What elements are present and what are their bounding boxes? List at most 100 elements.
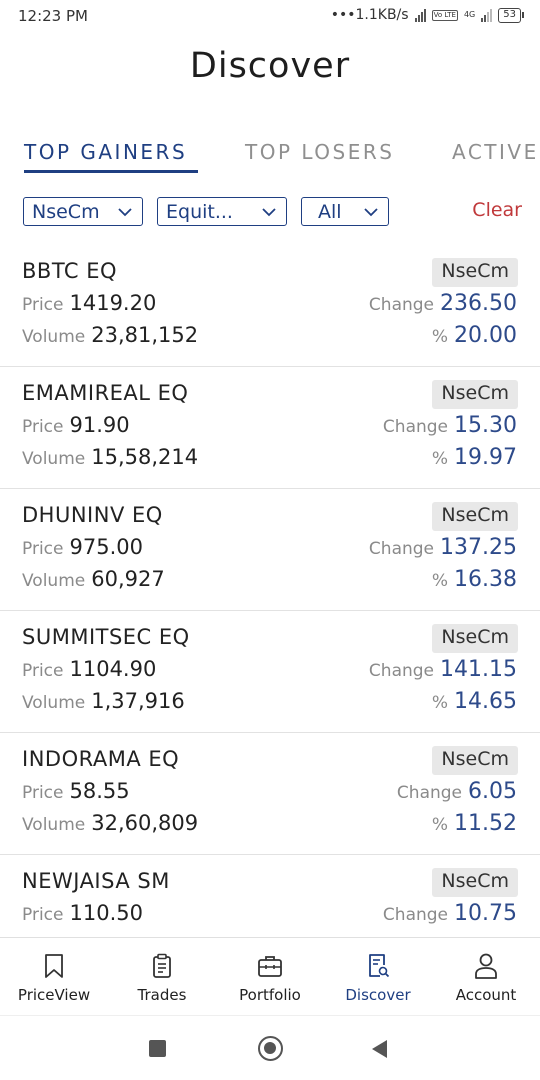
signal-icon [414, 8, 426, 22]
nav-trades[interactable]: Trades [108, 938, 216, 1016]
nav-priceview-label: PriceView [17, 986, 91, 1004]
price-value: 110.50 [69, 901, 143, 925]
stock-row[interactable]: DHUNINV EQ NseCm Price 975.00 Volume 60,92… [0, 489, 540, 611]
exchange-badge: NseCm [432, 380, 518, 409]
status-bar: 12:23 PM •••1.1KB/s Vo LTE 4G 53 [0, 0, 540, 34]
percent-label: % [431, 327, 449, 347]
change-field: Change 6.05 [397, 779, 517, 804]
stock-row[interactable]: BBTC EQ NseCm Price 1419.20 Volume 23,81,1… [0, 245, 540, 367]
price-label: Price [22, 539, 64, 559]
battery-icon: 53 [498, 7, 524, 23]
percent-field: % 16.38 [432, 567, 517, 592]
briefcase-icon [258, 956, 282, 977]
price-value: 58.55 [69, 779, 130, 803]
percent-value: 19.97 [454, 445, 517, 470]
volume-label: Volume [22, 815, 86, 835]
percent-value: 14.65 [454, 689, 517, 714]
tab-top-losers[interactable]: TOP LOSERS [245, 140, 394, 164]
percent-label: % [431, 693, 449, 713]
volume-label: Volume [22, 571, 86, 591]
signal-icon-2 [481, 8, 493, 22]
price-value: 1104.90 [69, 657, 157, 681]
change-field: Change 236.50 [369, 291, 517, 316]
price-label: Price [22, 661, 64, 681]
nav-priceview[interactable]: PriceView [0, 938, 108, 1016]
stock-row[interactable]: EMAMIREAL EQ NseCm Price 91.90 Volume 15,5… [0, 367, 540, 489]
change-label: Change [368, 295, 435, 315]
stock-row[interactable]: NEWJAISA SM NseCm Price 110.50 Change 10.7… [0, 855, 540, 937]
stock-row[interactable]: SUMMITSEC EQ NseCm Price 1104.90 Volume 1,… [0, 611, 540, 733]
stock-symbol: NEWJAISA SM [22, 869, 170, 893]
stock-row[interactable]: INDORAMA EQ NseCm Price 58.55 Volume 32,60… [0, 733, 540, 855]
nav-portfolio[interactable]: Portfolio [216, 938, 324, 1016]
percent-value: 20.00 [454, 323, 517, 348]
price-field: Price 1104.90 [22, 657, 156, 681]
stock-list: BBTC EQ NseCm Price 1419.20 Volume 23,81,1… [0, 245, 540, 937]
exchange-badge: NseCm [432, 868, 518, 897]
nav-discover[interactable]: Discover [324, 938, 432, 1016]
tab-top-gainers[interactable]: TOP GAINERS [24, 140, 187, 164]
change-label: Change [368, 539, 435, 559]
bottom-navigation: PriceView Trades Portfolio Discover Acco… [0, 937, 540, 1015]
group-filter[interactable]: All [301, 197, 389, 226]
status-icons: •••1.1KB/s Vo LTE 4G 53 [331, 7, 524, 23]
volume-value: 1,37,916 [91, 689, 185, 713]
percent-value: 16.38 [454, 567, 517, 592]
change-label: Change [368, 661, 435, 681]
exchange-badge: NseCm [432, 746, 518, 775]
price-label: Price [22, 295, 64, 315]
home-icon[interactable] [258, 1036, 283, 1061]
back-icon[interactable] [372, 1040, 387, 1058]
change-field: Change 15.30 [383, 413, 517, 438]
volume-value: 32,60,809 [91, 811, 199, 835]
group-filter-value: All [318, 200, 342, 223]
clear-filters-button[interactable]: Clear [472, 199, 522, 221]
percent-field: % 20.00 [432, 323, 517, 348]
volume-label: Volume [22, 327, 86, 347]
tab-active[interactable]: ACTIVE [452, 140, 539, 164]
change-label: Change [382, 417, 449, 437]
change-field: Change 10.75 [383, 901, 517, 926]
price-field: Price 58.55 [22, 779, 130, 803]
battery-level: 53 [498, 7, 521, 23]
percent-field: % 19.97 [432, 445, 517, 470]
volume-field: Volume 60,927 [22, 567, 165, 591]
price-field: Price 975.00 [22, 535, 143, 559]
percent-label: % [431, 815, 449, 835]
stock-symbol: EMAMIREAL EQ [22, 381, 189, 405]
clipboard-icon [153, 953, 171, 978]
nav-account[interactable]: Account [432, 938, 540, 1016]
exchange-filter[interactable]: NseCm [23, 197, 143, 226]
volume-value: 15,58,214 [91, 445, 199, 469]
segment-filter[interactable]: Equit... [157, 197, 287, 226]
nav-account-label: Account [455, 986, 517, 1004]
nav-trades-label: Trades [137, 986, 187, 1004]
percent-label: % [431, 449, 449, 469]
volume-field: Volume 32,60,809 [22, 811, 198, 835]
change-value: 141.15 [440, 657, 517, 682]
exchange-badge: NseCm [432, 624, 518, 653]
filter-bar: NseCm Equit... All Clear [0, 197, 540, 227]
price-value: 91.90 [69, 413, 130, 437]
price-label: Price [22, 417, 64, 437]
stock-symbol: INDORAMA EQ [22, 747, 180, 771]
tab-active-indicator [24, 170, 198, 173]
change-value: 10.75 [454, 901, 517, 926]
volume-value: 60,927 [91, 567, 165, 591]
tab-bar: TOP GAINERS TOP LOSERS ACTIVE [0, 140, 540, 176]
stock-symbol: SUMMITSEC EQ [22, 625, 190, 649]
recents-icon[interactable] [149, 1040, 166, 1057]
nav-discover-label: Discover [345, 986, 411, 1004]
nav-portfolio-label: Portfolio [239, 986, 301, 1004]
change-value: 15.30 [454, 413, 517, 438]
volte-icon: Vo LTE [431, 9, 458, 21]
bookmark-icon [45, 954, 63, 978]
price-field: Price 110.50 [22, 901, 143, 925]
page-title: Discover [189, 46, 351, 86]
volume-field: Volume 1,37,916 [22, 689, 185, 713]
price-value: 975.00 [69, 535, 143, 559]
change-value: 6.05 [468, 779, 517, 804]
change-label: Change [396, 783, 463, 803]
document-search-icon [369, 954, 390, 978]
network-speed: •••1.1KB/s [330, 7, 409, 23]
